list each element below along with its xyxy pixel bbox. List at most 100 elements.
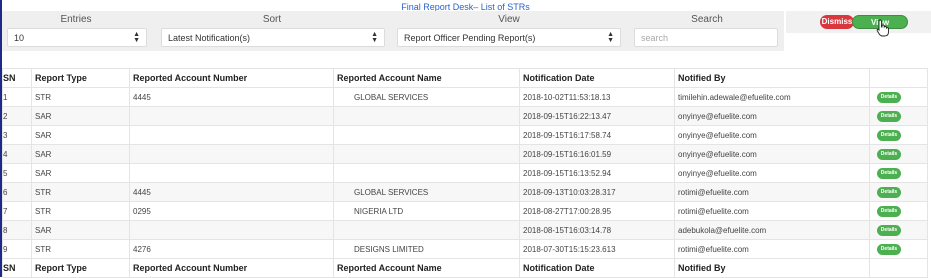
table-row[interactable]: 1 STR 4445 GLOBAL SERVICES 2018-10-02T11:53:… [2,87,928,107]
cell-actions: Details [869,106,928,126]
cell-sn: 2 [2,106,32,126]
table-row[interactable]: 8 SAR 2018-08-15T16:03:14.78 adebukola@efue… [2,220,928,240]
cell-sn: 4 [2,144,32,164]
cell-account-name: DESIGNS LIMITED [333,239,520,259]
table-row[interactable]: 5 SAR 2018-09-15T16:13:52.94 onyinye@efueli… [2,163,928,183]
cell-notification-date: 2018-09-15T16:17:58.74 [519,125,675,145]
cell-notification-date: 2018-09-15T16:22:13.47 [519,106,675,126]
cell-report-type: SAR [31,220,130,240]
cell-actions: Details [869,220,928,240]
cell-account-name: GLOBAL SERVICES [333,182,520,202]
entries-select[interactable]: 10 ▲ ▼ [7,28,147,47]
cell-actions: Details [869,125,928,145]
cell-sn: 3 [2,125,32,145]
details-button[interactable]: Details [877,149,901,160]
details-button[interactable]: Details [877,92,901,103]
cell-account-number [129,106,334,126]
details-button[interactable]: Details [877,206,901,217]
col-footer-notified-by: Notified By [674,258,870,278]
dismiss-button[interactable]: Dismiss [820,15,854,29]
cell-sn: 8 [2,220,32,240]
cell-sn: 9 [2,239,32,259]
search-input[interactable]: search [634,28,778,47]
table-row[interactable]: 9 STR 4276 DESIGNS LIMITED 2018-07-30T15:15:… [2,239,928,259]
cell-account-name [333,125,520,145]
cell-report-type: STR [31,239,130,259]
details-button[interactable]: Details [877,130,901,141]
col-header-report-type[interactable]: Report Type [31,68,130,88]
cell-report-type: SAR [31,163,130,183]
cell-notified-by: onyinye@efuelite.com [674,125,870,145]
search-label: Search [691,14,723,25]
cell-notified-by: rotimi@efuelite.com [674,182,870,202]
col-header-actions [869,68,928,88]
sort-select[interactable]: Latest Notification(s) ▲ ▼ [161,28,385,47]
entries-value: 10 [14,33,25,43]
cell-account-number [129,220,334,240]
cell-account-name [333,220,520,240]
col-header-sn[interactable]: SN [2,68,32,88]
view-label: View [498,14,520,25]
cell-report-type: SAR [31,125,130,145]
cell-actions: Details [869,239,928,259]
cell-sn: 6 [2,182,32,202]
cell-account-number [129,144,334,164]
cell-actions: Details [869,201,928,221]
cell-sn: 5 [2,163,32,183]
cell-notification-date: 2018-08-27T17:00:28.95 [519,201,675,221]
cell-sn: 7 [2,201,32,221]
table-row[interactable]: 4 SAR 2018-09-15T16:16:01.59 onyinye@efueli… [2,144,928,164]
col-header-notification-date[interactable]: Notification Date [519,68,675,88]
cell-account-name: GLOBAL SERVICES [333,87,520,107]
cell-report-type: STR [31,87,130,107]
view-value: Report Officer Pending Report(s) [404,33,536,43]
select-arrows-icon: ▲ ▼ [607,31,614,44]
cell-actions: Details [869,182,928,202]
cell-notification-date: 2018-09-13T10:03:28.317 [519,182,675,202]
col-footer-report-type: Report Type [31,258,130,278]
hand-cursor-icon [876,19,889,37]
table-row[interactable]: 7 STR 0295 NIGERIA LTD 2018-08-27T17:00:28.9… [2,201,928,221]
table-header-row: SN Report Type Reported Account Number R… [2,68,928,88]
sort-label: Sort [262,14,282,25]
sort-value: Latest Notification(s) [168,33,251,43]
report-actions: Dismiss View Report(s) [786,11,931,41]
cell-account-name: NIGERIA LTD [333,201,520,221]
select-arrows-icon: ▲ ▼ [371,31,378,44]
cell-notified-by: onyinye@efuelite.com [674,106,870,126]
col-header-notified-by[interactable]: Notified By [674,68,870,88]
details-button[interactable]: Details [877,244,901,255]
details-button[interactable]: Details [877,168,901,179]
cell-account-name [333,144,520,164]
cell-account-name [333,163,520,183]
cell-report-type: STR [31,201,130,221]
cell-report-type: SAR [31,144,130,164]
details-button[interactable]: Details [877,111,901,122]
cell-actions: Details [869,163,928,183]
table-row[interactable]: 2 SAR 2018-09-15T16:22:13.47 onyinye@efueli… [2,106,928,126]
cell-account-number: 4276 [129,239,334,259]
cell-notification-date: 2018-08-15T16:03:14.78 [519,220,675,240]
select-arrows-icon: ▲ ▼ [133,31,140,44]
col-footer-actions [869,258,928,278]
view-select[interactable]: Report Officer Pending Report(s) ▲ ▼ [397,28,621,47]
col-footer-sn: SN [2,258,32,278]
col-header-account-number[interactable]: Reported Account Number [129,68,334,88]
details-button[interactable]: Details [877,187,901,198]
cell-account-name [333,106,520,126]
cell-account-number: 4445 [129,182,334,202]
details-button[interactable]: Details [877,225,901,236]
cell-report-type: SAR [31,106,130,126]
cell-account-number [129,125,334,145]
col-footer-account-name: Reported Account Name [333,258,520,278]
cell-notified-by: onyinye@efuelite.com [674,163,870,183]
col-header-account-name[interactable]: Reported Account Name [333,68,520,88]
table-row[interactable]: 3 SAR 2018-09-15T16:17:58.74 onyinye@efueli… [2,125,928,145]
entries-label: Entries [60,14,92,25]
cell-notified-by: rotimi@efuelite.com [674,201,870,221]
cell-notified-by: timilehin.adewale@efuelite.com [674,87,870,107]
cell-actions: Details [869,87,928,107]
table-row[interactable]: 6 STR 4445 GLOBAL SERVICES 2018-09-13T10:03:… [2,182,928,202]
cell-report-type: STR [31,182,130,202]
cell-actions: Details [869,144,928,164]
